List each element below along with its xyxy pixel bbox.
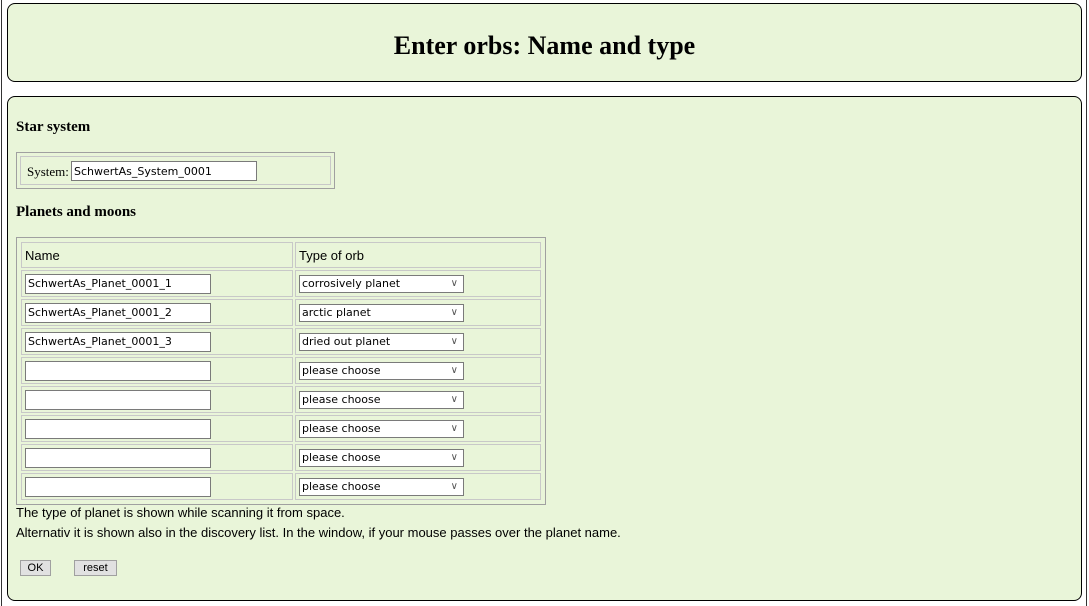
table-row: dried out planet ∨ — [21, 328, 541, 355]
system-label: System: — [27, 164, 69, 179]
orb-type-selected-value: please choose — [302, 479, 381, 493]
orb-name-input[interactable] — [25, 447, 211, 468]
name-cell — [21, 386, 293, 413]
chevron-down-icon: ∨ — [450, 364, 458, 376]
orb-type-selected-value: arctic planet — [302, 305, 371, 319]
orb-type-select[interactable]: please choose ∨ — [299, 390, 464, 409]
note-discovery-list: Alternativ it is shown also in the disco… — [16, 525, 621, 540]
table-row: arctic planet ∨ — [21, 299, 541, 326]
chevron-down-icon: ∨ — [450, 451, 458, 463]
orb-type-selected-value: please choose — [302, 363, 381, 377]
system-fieldset-inner: System: — [20, 156, 331, 185]
type-cell: arctic planet ∨ — [295, 299, 541, 326]
orb-type-select[interactable]: please choose ∨ — [299, 419, 464, 438]
table-row: please choose ∨ — [21, 357, 541, 384]
name-cell — [21, 444, 293, 471]
orb-type-select[interactable]: please choose ∨ — [299, 361, 464, 380]
name-cell — [21, 473, 293, 500]
type-cell: please choose ∨ — [295, 473, 541, 500]
orb-name-input[interactable] — [25, 476, 211, 497]
chevron-down-icon: ∨ — [450, 306, 458, 318]
name-cell — [21, 415, 293, 442]
orb-type-selected-value: corrosively planet — [302, 276, 401, 290]
header-panel: Enter orbs: Name and type — [7, 3, 1082, 82]
orb-type-select[interactable]: arctic planet ∨ — [299, 303, 464, 322]
table-row: please choose ∨ — [21, 444, 541, 471]
window-frame-left — [1, 0, 2, 606]
chevron-down-icon: ∨ — [450, 422, 458, 434]
orb-name-input[interactable] — [25, 418, 211, 439]
type-cell: dried out planet ∨ — [295, 328, 541, 355]
orb-type-selected-value: dried out planet — [302, 334, 391, 348]
orb-name-input[interactable] — [25, 302, 211, 323]
type-cell: please choose ∨ — [295, 386, 541, 413]
type-cell: please choose ∨ — [295, 415, 541, 442]
window-frame-right — [1086, 0, 1087, 606]
table-row: please choose ∨ — [21, 415, 541, 442]
table-header-row: Name Type of orb — [21, 242, 541, 268]
table-row: please choose ∨ — [21, 473, 541, 500]
chevron-down-icon: ∨ — [450, 393, 458, 405]
orbs-table: Name Type of orb corrosively planet∨arct… — [16, 237, 546, 505]
orb-type-selected-value: please choose — [302, 450, 381, 464]
type-cell: please choose ∨ — [295, 357, 541, 384]
chevron-down-icon: ∨ — [450, 277, 458, 289]
name-cell — [21, 357, 293, 384]
page-title: Enter orbs: Name and type — [393, 31, 696, 60]
orb-type-select[interactable]: corrosively planet ∨ — [299, 274, 464, 293]
orb-type-select[interactable]: dried out planet ∨ — [299, 332, 464, 351]
name-cell — [21, 270, 293, 297]
column-header-name: Name — [21, 242, 293, 268]
reset-button[interactable]: reset — [74, 560, 117, 576]
orb-type-selected-value: please choose — [302, 392, 381, 406]
orb-name-input[interactable] — [25, 273, 211, 294]
chevron-down-icon: ∨ — [450, 335, 458, 347]
orb-type-select[interactable]: please choose ∨ — [299, 448, 464, 467]
system-fieldset: System: — [16, 152, 335, 189]
type-cell: please choose ∨ — [295, 444, 541, 471]
orb-name-input[interactable] — [25, 389, 211, 410]
orb-name-input[interactable] — [25, 331, 211, 352]
chevron-down-icon: ∨ — [450, 480, 458, 492]
name-cell — [21, 328, 293, 355]
table-row: corrosively planet ∨ — [21, 270, 541, 297]
orb-type-select[interactable]: please choose ∨ — [299, 477, 464, 496]
planets-heading: Planets and moons — [16, 204, 137, 220]
ok-button[interactable]: OK — [20, 560, 51, 576]
orb-name-input[interactable] — [25, 360, 211, 381]
star-system-heading: Star system — [16, 119, 91, 135]
column-header-type: Type of orb — [295, 242, 541, 268]
table-row: please choose ∨ — [21, 386, 541, 413]
orb-type-selected-value: please choose — [302, 421, 381, 435]
note-scanning: The type of planet is shown while scanni… — [16, 505, 345, 520]
name-cell — [21, 299, 293, 326]
main-panel: Star system System: Planets and moons Na… — [7, 96, 1082, 601]
system-name-input[interactable] — [71, 161, 257, 181]
type-cell: corrosively planet ∨ — [295, 270, 541, 297]
